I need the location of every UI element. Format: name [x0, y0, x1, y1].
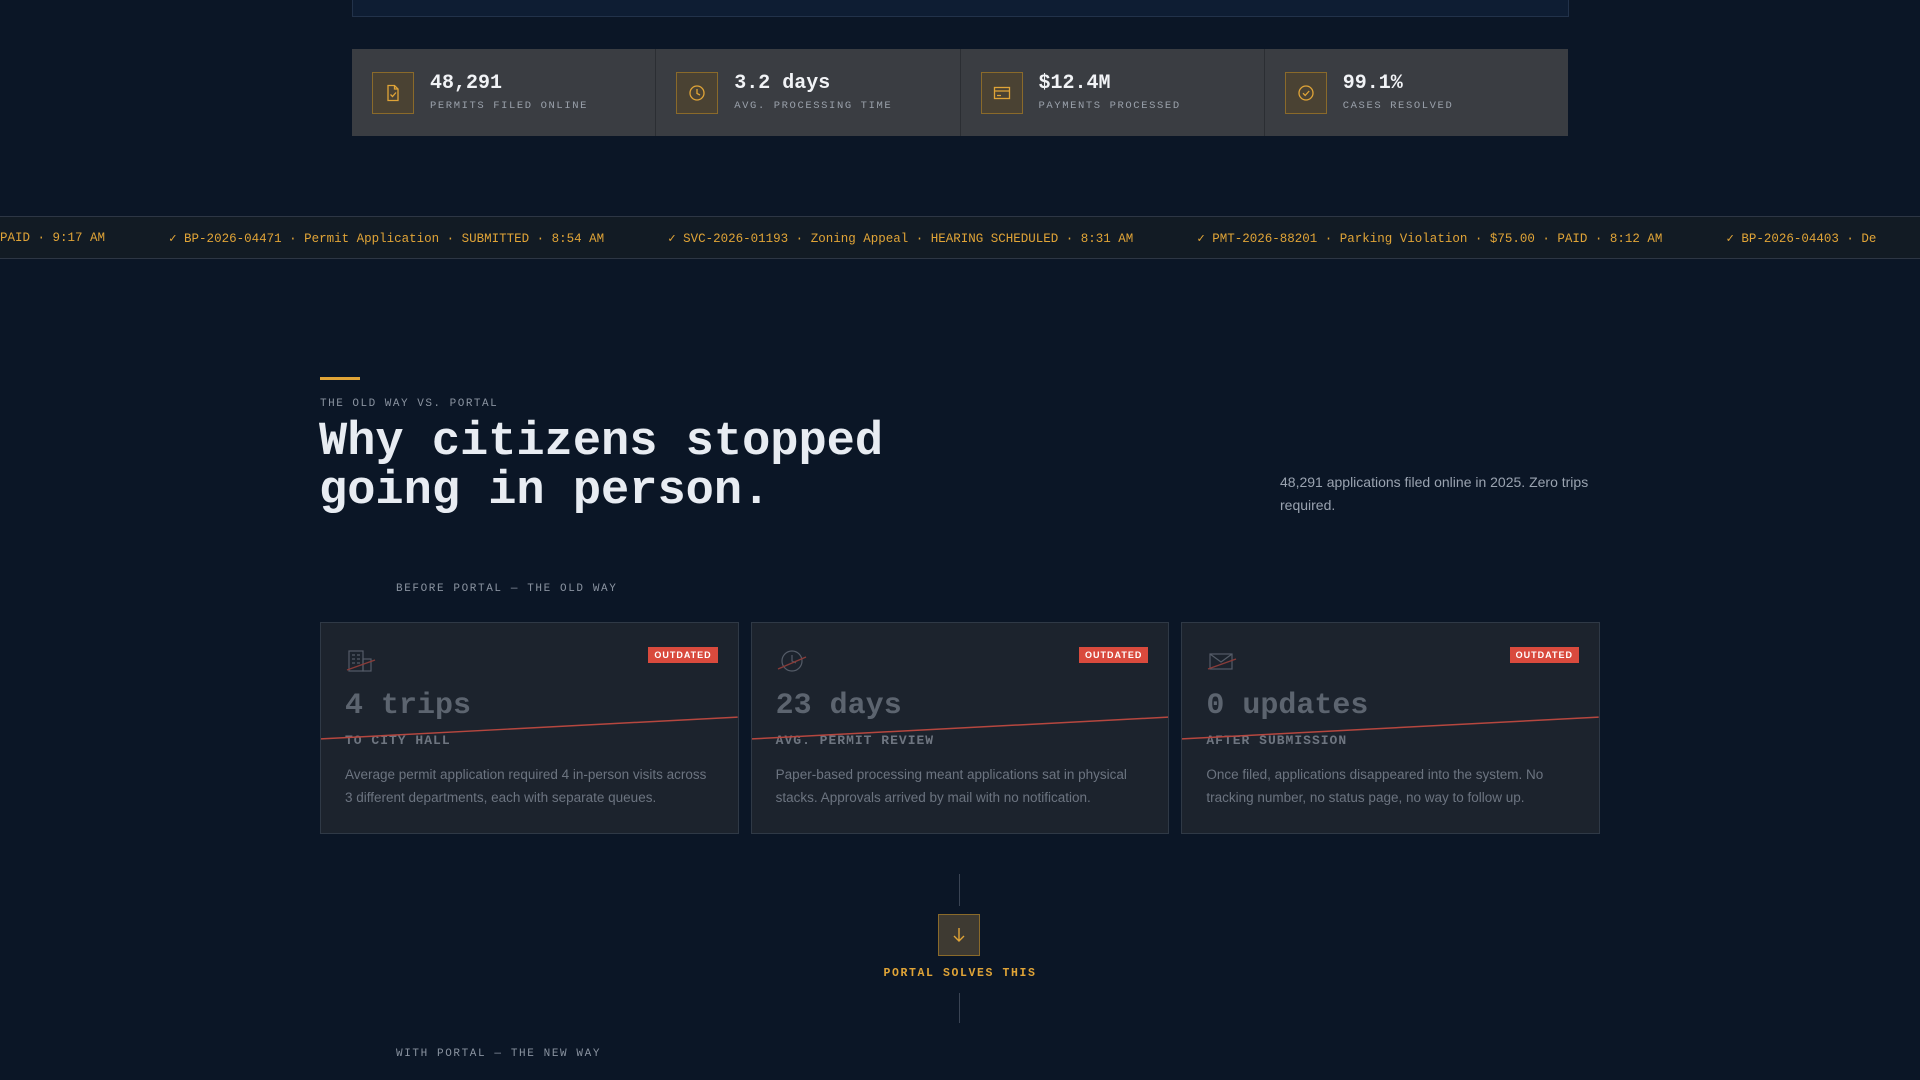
stat-cases-resolved: 99.1% CASES RESOLVED [1265, 49, 1568, 136]
scroll-down-button[interactable] [938, 914, 980, 956]
stat-label: PERMITS FILED ONLINE [430, 100, 589, 112]
accent-line [320, 377, 360, 380]
stat-label: AVG. PROCESSING TIME [734, 100, 893, 112]
stat-value: 99.1% [1342, 72, 1403, 95]
portal-solves-label: PORTAL SOLVES THIS [883, 967, 1037, 980]
card-subtitle: TO CITY HALL [345, 733, 451, 748]
ticker-item: PAID · 9:17 AM [0, 230, 106, 245]
connector-line [959, 993, 960, 1023]
stat-permits: 48,291 PERMITS FILED ONLINE [352, 49, 657, 136]
section-title-line: going in person. [319, 465, 771, 518]
building-icon [346, 650, 376, 672]
card-subtitle: AFTER SUBMISSION [1206, 733, 1348, 748]
card-description: Paper-based processing meant application… [775, 767, 1127, 805]
stat-label: CASES RESOLVED [1342, 100, 1454, 112]
old-way-card: OUTDATED 23 days AVG. PERMIT REVIEW Pape… [750, 622, 1170, 834]
document-check-icon [372, 71, 414, 114]
stats-bar: 48,291 PERMITS FILED ONLINE 3.2 days AVG… [352, 49, 1568, 136]
outdated-badge: OUTDATED [648, 647, 718, 663]
card-subtitle: AVG. PERMIT REVIEW [775, 733, 935, 748]
old-way-card: OUTDATED 4 trips TO CITY HALL Average pe… [320, 622, 739, 834]
clock-icon [777, 650, 806, 672]
stat-value: 3.2 days [734, 72, 831, 95]
ticker-item: ✓ PMT-2026-88201 · Parking Violation · $… [1197, 231, 1663, 246]
stat-label: PAYMENTS PROCESSED [1038, 100, 1181, 112]
card-value: 0 updates [1206, 689, 1369, 723]
stat-processing-time: 3.2 days AVG. PROCESSING TIME [656, 49, 961, 136]
before-portal-label: BEFORE PORTAL — THE OLD WAY [396, 583, 618, 595]
arrow-down-icon [953, 928, 965, 942]
old-way-card: OUTDATED 0 updates AFTER SUBMISSION Once… [1181, 622, 1601, 834]
top-panel [352, 0, 1569, 17]
section-title: Why citizens stopped going in person. [319, 418, 1019, 516]
with-portal-label: WITH PORTAL — THE NEW WAY [396, 1048, 602, 1060]
card-value: 4 trips [345, 689, 472, 723]
envelope-icon [1208, 653, 1237, 670]
clock-icon [676, 71, 719, 114]
card-description: Average permit application required 4 in… [345, 767, 707, 805]
stat-value: $12.4M [1038, 72, 1111, 95]
ticker-item: ✓ SVC-2026-01193 · Zoning Appeal · HEARI… [668, 231, 1134, 246]
card-value: 23 days [775, 689, 902, 723]
outdated-badge: OUTDATED [1509, 647, 1580, 663]
old-way-cards: OUTDATED 4 trips TO CITY HALL Average pe… [320, 622, 1601, 834]
ticker-item: ✓ BP-2026-04471 · Permit Application · S… [169, 231, 605, 246]
connector-line [959, 874, 960, 906]
section-title-line: Why citizens stopped [319, 416, 884, 469]
activity-ticker: PAID · 9:17 AM ✓ BP-2026-04471 · Permit … [0, 216, 1920, 259]
section-eyebrow: THE OLD WAY VS. PORTAL [320, 398, 499, 410]
card-description: Once filed, applications disappeared int… [1206, 767, 1544, 805]
outdated-badge: OUTDATED [1079, 647, 1149, 663]
stat-value: 48,291 [430, 72, 503, 95]
check-circle-icon [1284, 71, 1327, 114]
side-note: 48,291 applications filed online in 2025… [1280, 474, 1589, 513]
ticker-track: PAID · 9:17 AM ✓ BP-2026-04471 · Permit … [0, 217, 1920, 258]
ticker-item: ✓ BP-2026-04403 · De [1726, 231, 1877, 246]
credit-card-icon [980, 71, 1023, 114]
stat-payments: $12.4M PAYMENTS PROCESSED [961, 49, 1265, 136]
